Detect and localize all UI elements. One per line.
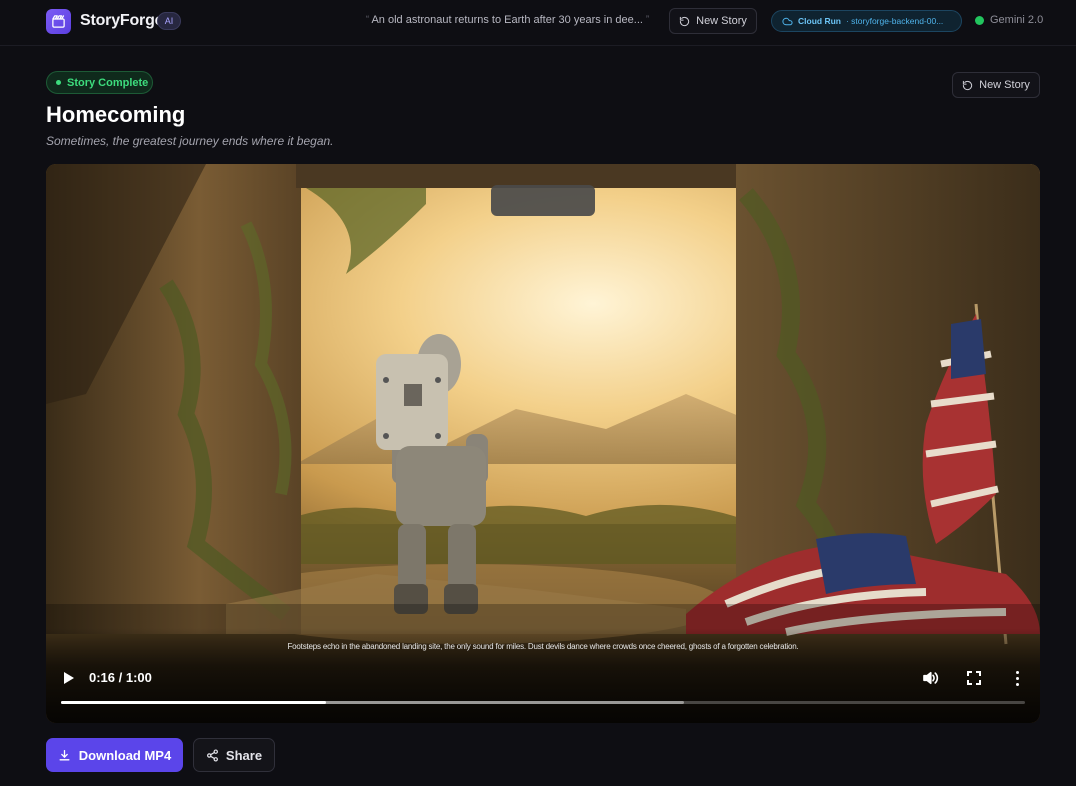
play-button[interactable]	[60, 668, 78, 688]
prompt-open-quote: “	[366, 14, 369, 24]
top-new-story-label: New Story	[696, 15, 747, 27]
play-icon	[64, 672, 74, 684]
cloud-icon	[782, 17, 793, 25]
download-icon	[59, 749, 70, 760]
cloud-run-status[interactable]: Cloud Run · storyforge-backend-00...	[771, 10, 962, 32]
cloud-run-label: Cloud Run	[798, 16, 841, 26]
fullscreen-icon	[967, 671, 981, 685]
status-dot-icon	[56, 80, 61, 85]
ai-badge: AI	[157, 12, 181, 30]
brand-name[interactable]: StoryForge	[80, 12, 164, 30]
status-label: Story Complete	[67, 76, 149, 89]
download-label: Download MP4	[78, 747, 172, 763]
logo-icon[interactable]	[46, 9, 71, 34]
new-story-label: New Story	[979, 79, 1030, 91]
rotate-ccw-icon	[962, 80, 973, 90]
share-label: Share	[225, 747, 263, 763]
volume-button[interactable]	[921, 669, 939, 687]
new-story-button[interactable]: New Story	[952, 72, 1040, 98]
status-dot-icon	[975, 15, 984, 25]
share-button[interactable]: Share	[193, 738, 275, 772]
progress-bar[interactable]	[61, 701, 1025, 704]
dot-icon	[1015, 682, 1019, 686]
dot-icon	[1015, 670, 1019, 674]
cloud-run-service: · storyforge-backend-00...	[845, 16, 944, 26]
story-tagline: Sometimes, the greatest journey ends whe…	[46, 134, 334, 148]
top-new-story-button[interactable]: New Story	[669, 8, 757, 34]
top-bar: StoryForge AI “ An old astronaut returns…	[0, 0, 1076, 46]
video-overlay-handle	[491, 185, 595, 216]
prompt-close-quote: ”	[646, 14, 650, 24]
story-prompt: “ An old astronaut returns to Earth afte…	[366, 14, 656, 26]
page-title: Homecoming	[46, 102, 186, 127]
fullscreen-button[interactable]	[967, 671, 981, 685]
video-player[interactable]: Footsteps echo in the abandoned landing …	[46, 164, 1040, 723]
video-caption: Footsteps echo in the abandoned landing …	[287, 641, 799, 651]
status-badge: Story Complete	[46, 71, 153, 94]
dot-icon	[1015, 676, 1019, 680]
download-mp4-button[interactable]: Download MP4	[46, 738, 183, 772]
time-display: 0:16 / 1:00	[89, 670, 152, 685]
rotate-ccw-icon	[679, 16, 690, 26]
volume-icon	[923, 671, 939, 685]
share-icon	[206, 748, 218, 762]
progress-played	[61, 701, 327, 704]
prompt-text: An old astronaut returns to Earth after …	[371, 14, 643, 26]
more-options-button[interactable]	[1012, 669, 1022, 687]
model-label: Gemini 2.0	[990, 14, 1044, 26]
model-status: Gemini 2.0	[975, 14, 1043, 26]
